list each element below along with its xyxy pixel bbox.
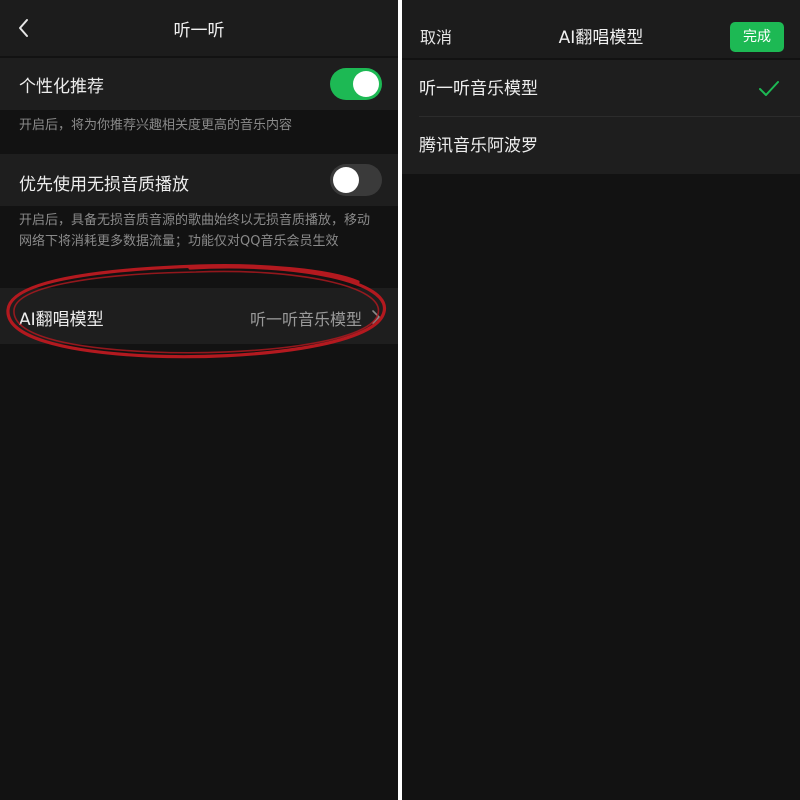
personalized-recommendation-toggle[interactable] xyxy=(330,68,382,100)
chevron-right-icon xyxy=(372,310,380,324)
option-listen-model[interactable]: 听一听音乐模型 xyxy=(402,60,800,117)
settings-screen: 听一听 个性化推荐 开启后，将为你推荐兴趣相关度更高的音乐内容 优先使用无损音质… xyxy=(0,0,398,800)
ai-cover-model-value: 听一听音乐模型 xyxy=(249,310,362,329)
toggle-knob xyxy=(353,71,379,97)
personalized-recommendation-row: 个性化推荐 xyxy=(0,58,398,110)
checkmark-icon xyxy=(759,81,779,96)
page-title: 听一听 xyxy=(173,21,225,41)
option-tencent-apollo[interactable]: 腾讯音乐阿波罗 xyxy=(402,117,800,174)
lossless-playback-row: 优先使用无损音质播放 xyxy=(0,154,398,206)
toggle-knob xyxy=(333,167,359,193)
done-button[interactable]: 完成 xyxy=(730,22,784,52)
ai-model-picker-screen: 取消 AI翻唱模型 完成 听一听音乐模型 腾讯音乐阿波罗 xyxy=(402,0,800,800)
lossless-playback-description: 开启后，具备无损音质音源的歌曲始终以无损音质播放，移动网络下将消耗更多数据流量；… xyxy=(19,213,371,249)
nav-bar: 听一听 xyxy=(0,0,398,56)
lossless-playback-toggle[interactable] xyxy=(330,164,382,196)
lossless-playback-label: 优先使用无损音质播放 xyxy=(19,175,189,195)
option-label: 听一听音乐模型 xyxy=(419,79,538,99)
personalized-recommendation-description: 开启后，将为你推荐兴趣相关度更高的音乐内容 xyxy=(19,118,293,133)
ai-cover-model-row[interactable]: AI翻唱模型 听一听音乐模型 xyxy=(0,288,398,344)
option-label: 腾讯音乐阿波罗 xyxy=(419,136,538,156)
ai-cover-model-label: AI翻唱模型 xyxy=(19,310,104,330)
personalized-recommendation-label: 个性化推荐 xyxy=(19,77,104,97)
nav-bar: 取消 AI翻唱模型 完成 xyxy=(402,0,800,58)
